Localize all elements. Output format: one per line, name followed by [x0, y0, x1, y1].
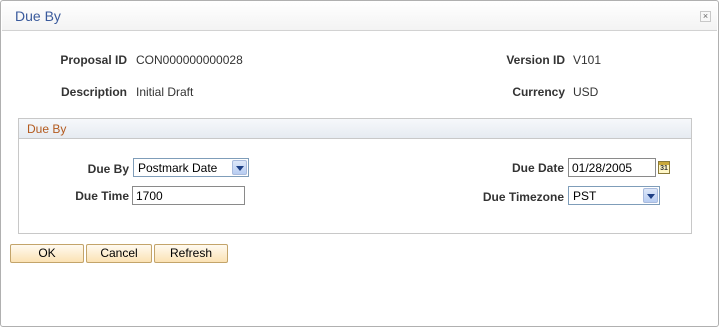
refresh-button[interactable]: Refresh [154, 244, 228, 263]
proposal-id-value: CON000000000028 [136, 53, 243, 67]
close-icon[interactable]: × [700, 11, 711, 22]
ok-button[interactable]: OK [10, 244, 84, 263]
due-time-input[interactable] [132, 186, 245, 205]
due-date-label: Due Date [511, 161, 564, 175]
calendar-icon[interactable]: 31 [658, 161, 670, 174]
due-by-select[interactable]: Postmark Date [133, 158, 249, 177]
dialog-titlebar: Due By × [2, 2, 717, 31]
due-timezone-select[interactable]: PST [568, 186, 660, 205]
due-timezone-label: Due Timezone [482, 190, 564, 204]
currency-value: USD [573, 85, 599, 99]
chevron-down-icon[interactable] [643, 188, 658, 203]
due-by-selected: Postmark Date [138, 161, 218, 175]
currency-label: Currency [512, 85, 565, 99]
version-id-label: Version ID [506, 53, 565, 67]
due-by-dialog: Due By × Proposal ID CON000000000028 Ver… [0, 0, 719, 327]
proposal-id-label: Proposal ID [60, 53, 127, 67]
cancel-button[interactable]: Cancel [86, 244, 152, 263]
version-id-value: V101 [573, 53, 602, 67]
group-title: Due By [27, 122, 67, 136]
due-timezone-selected: PST [573, 189, 597, 203]
chevron-down-icon[interactable] [232, 160, 247, 175]
description-value: Initial Draft [136, 85, 194, 99]
description-label: Description [60, 85, 127, 99]
group-header: Due By [19, 119, 691, 139]
dialog-title: Due By [15, 8, 61, 24]
due-by-label: Due By [87, 162, 129, 176]
due-time-label: Due Time [75, 189, 129, 203]
due-date-input[interactable] [568, 158, 656, 177]
